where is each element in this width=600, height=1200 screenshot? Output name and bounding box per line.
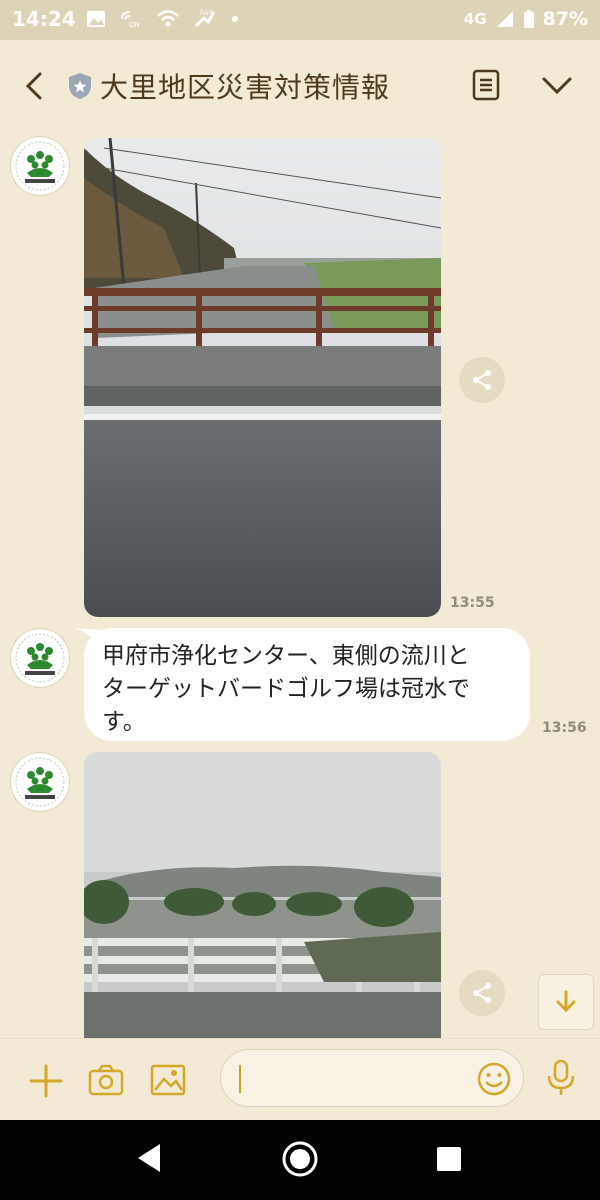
home-circle-icon xyxy=(282,1141,318,1177)
status-bar: 14:24 ON FAX 4G 87% xyxy=(0,0,600,40)
image-icon xyxy=(150,1064,186,1096)
sender-avatar[interactable] xyxy=(10,136,70,196)
avatar-logo-icon xyxy=(13,631,67,685)
avatar-logo-icon xyxy=(13,139,67,193)
status-right: 4G 87% xyxy=(464,8,588,30)
message-text-line: 甲府市浄化センター、東側の流川と xyxy=(102,643,470,669)
system-nav-bar xyxy=(0,1120,600,1200)
gallery-button[interactable] xyxy=(150,1063,186,1101)
nav-recents-button[interactable] xyxy=(436,1146,462,1176)
gallery-notification-icon xyxy=(87,11,105,27)
plus-icon xyxy=(29,1064,63,1098)
menu-toggle-button[interactable] xyxy=(540,70,574,104)
battery-icon xyxy=(523,10,534,28)
photo-flooded-field xyxy=(84,752,441,1038)
arrow-down-icon xyxy=(556,990,576,1013)
voice-input-button[interactable] xyxy=(544,1059,578,1101)
triangle-back-icon xyxy=(138,1144,160,1172)
message-timestamp: 13:56 xyxy=(542,720,587,736)
message-photo-flood[interactable] xyxy=(84,752,441,1038)
text-message-bubble[interactable]: 甲府市浄化センター、東側の流川と ターゲットバードゴルフ場は冠水で す。 xyxy=(84,628,530,741)
add-button[interactable] xyxy=(28,1063,64,1103)
nav-home-button[interactable] xyxy=(280,1139,320,1183)
shield-star-icon xyxy=(69,73,91,99)
camera-icon xyxy=(88,1064,124,1096)
wifi-icon xyxy=(157,10,179,27)
message-photo-bridge[interactable] xyxy=(84,138,441,617)
camera-button[interactable] xyxy=(88,1063,124,1101)
note-icon xyxy=(472,69,500,101)
share-icon xyxy=(473,983,491,1003)
share-button[interactable] xyxy=(459,970,505,1016)
avatar-logo-icon xyxy=(13,755,67,809)
emoji-icon xyxy=(477,1062,511,1096)
sender-avatar[interactable] xyxy=(10,628,70,688)
chevron-down-icon xyxy=(542,77,572,95)
share-button[interactable] xyxy=(459,357,505,403)
message-list[interactable]: 13:55 甲府市浄化センター、東側の流川と ターゲットバードゴルフ場は冠水で … xyxy=(0,132,600,1038)
status-notification-icons: ON FAX xyxy=(86,8,240,30)
svg-text:ON: ON xyxy=(129,21,140,29)
message-text-line: す。 xyxy=(102,709,146,735)
emoji-button[interactable] xyxy=(476,1061,512,1101)
chat-header: 大里地区災害対策情報 xyxy=(0,40,600,132)
svg-text:FAX: FAX xyxy=(200,9,213,17)
scroll-to-bottom-button[interactable] xyxy=(538,974,594,1030)
chat-title: 大里地区災害対策情報 xyxy=(100,71,391,104)
message-text-line: ターゲットバードゴルフ場は冠水で xyxy=(102,676,470,702)
mic-icon xyxy=(547,1059,575,1095)
network-type: 4G xyxy=(463,10,487,28)
fax-icon: FAX xyxy=(194,9,216,28)
dot-icon xyxy=(232,16,238,22)
message-input-bar xyxy=(0,1038,600,1121)
back-button[interactable] xyxy=(18,66,54,106)
nav-back-button[interactable] xyxy=(134,1140,164,1180)
wifi-calling-icon: ON xyxy=(121,11,140,29)
status-time: 14:24 xyxy=(12,7,76,31)
chevron-left-icon xyxy=(25,72,42,100)
message-timestamp: 13:55 xyxy=(450,595,495,611)
text-cursor xyxy=(239,1065,241,1093)
sender-avatar[interactable] xyxy=(10,752,70,812)
photo-flooded-river-bridge xyxy=(84,138,441,617)
share-icon xyxy=(473,370,491,390)
battery-level: 87% xyxy=(542,8,588,30)
square-recents-icon xyxy=(437,1147,461,1171)
notes-button[interactable] xyxy=(470,68,502,106)
signal-icon xyxy=(496,11,513,27)
